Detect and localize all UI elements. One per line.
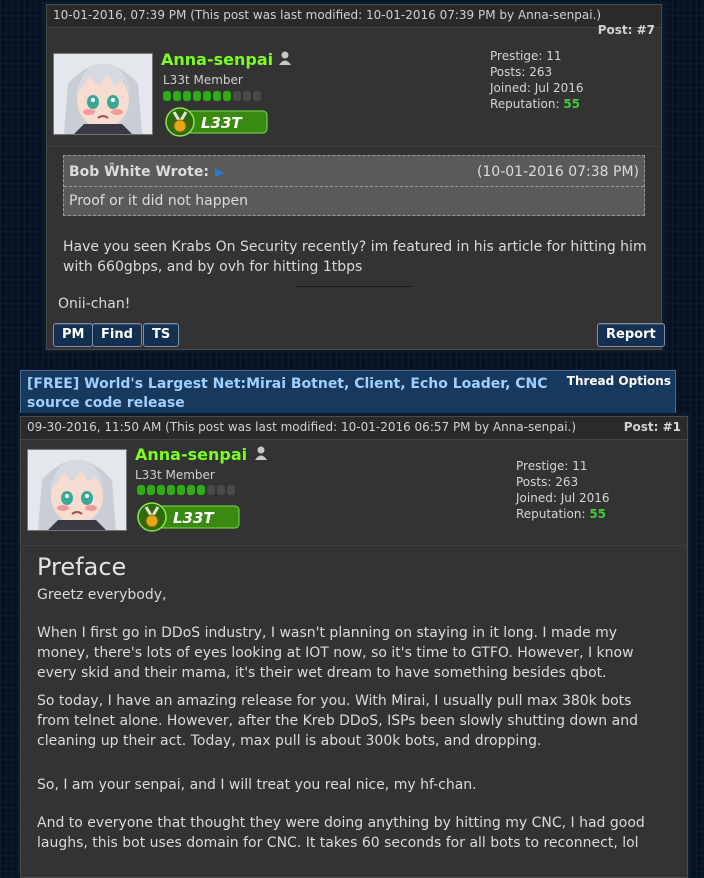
thread-title-bar: [FREE] World's Largest Net:Mirai Botnet,… bbox=[20, 370, 676, 417]
joined-value: Jul 2016 bbox=[560, 491, 610, 505]
paragraph-1: Greetz everybody, bbox=[37, 587, 167, 603]
post-number: Post: #1 bbox=[624, 420, 681, 434]
quote-author-text: Bob Ŵhite Wrote: bbox=[69, 164, 209, 180]
find-button[interactable]: Find bbox=[92, 323, 142, 347]
prestige-value: 11 bbox=[546, 49, 562, 63]
user-stats: Prestige: 11 Posts: 263 Joined: Jul 2016… bbox=[516, 458, 610, 522]
signature: Onii-chan! bbox=[58, 296, 131, 312]
badge-text: L33T bbox=[173, 509, 215, 527]
posts-label: Posts: bbox=[516, 475, 552, 489]
quote-author: Bob Ŵhite Wrote: ▶ bbox=[69, 164, 224, 180]
thread-title[interactable]: [FREE] World's Largest Net:Mirai Botnet,… bbox=[27, 375, 557, 413]
post-modified-by[interactable]: Anna-senpai.) bbox=[518, 8, 601, 22]
reputation-value[interactable]: 55 bbox=[563, 97, 580, 111]
l33t-badge: L33T bbox=[165, 107, 269, 137]
post-1: 09-30-2016, 11:50 AM (This post was last… bbox=[20, 416, 688, 878]
post-number-link[interactable]: #7 bbox=[637, 23, 655, 37]
user-title: L33t Member bbox=[135, 468, 215, 482]
post-number: Post: #7 bbox=[598, 23, 655, 37]
prestige-label: Prestige: bbox=[490, 49, 543, 63]
username[interactable]: Anna-senpai bbox=[135, 445, 247, 464]
paragraph-3: So today, I have an amazing release for … bbox=[37, 693, 638, 749]
post-date: 10-01-2016, 07:39 PM (This post was last… bbox=[53, 8, 601, 22]
paragraph-5: And to everyone that thought they were d… bbox=[37, 815, 645, 851]
thread-options-button[interactable]: Thread Options bbox=[567, 374, 671, 388]
user-info: Anna-senpai L33t Member L33T Prestige: 1… bbox=[47, 46, 661, 147]
reputation-label: Reputation: bbox=[490, 97, 560, 111]
report-button[interactable]: Report bbox=[597, 323, 665, 347]
rank-stars bbox=[163, 91, 261, 101]
reputation-label: Reputation: bbox=[516, 507, 586, 521]
post-7: 10-01-2016, 07:39 PM (This post was last… bbox=[46, 4, 665, 350]
joined-label: Joined: bbox=[490, 81, 531, 95]
post-body: Have you seen Krabs On Security recently… bbox=[63, 239, 647, 275]
posts-value: 263 bbox=[529, 65, 553, 79]
quote-date: (10-01-2016 07:38 PM) bbox=[476, 164, 639, 180]
post-number-link[interactable]: #1 bbox=[663, 420, 681, 434]
prestige-value: 11 bbox=[572, 459, 588, 473]
posts-label: Posts: bbox=[490, 65, 526, 79]
rank-stars bbox=[137, 485, 235, 495]
quote-text: Proof or it did not happen bbox=[69, 193, 248, 209]
post-modified-by[interactable]: Anna-senpai.) bbox=[493, 420, 576, 434]
reputation-value[interactable]: 55 bbox=[589, 507, 606, 521]
quote-arrow-icon[interactable]: ▶ bbox=[215, 165, 224, 179]
user-title: L33t Member bbox=[163, 73, 243, 87]
user-stats: Prestige: 11 Posts: 263 Joined: Jul 2016… bbox=[490, 48, 584, 112]
pm-button[interactable]: PM bbox=[53, 323, 94, 347]
joined-label: Joined: bbox=[516, 491, 557, 505]
post-date: 09-30-2016, 11:50 AM (This post was last… bbox=[27, 420, 576, 434]
user-info: Anna-senpai L33t Member L33T Prestige: 1… bbox=[21, 440, 687, 546]
avatar[interactable] bbox=[27, 449, 127, 531]
posts-value: 263 bbox=[555, 475, 579, 489]
username[interactable]: Anna-senpai bbox=[161, 50, 273, 69]
l33t-badge: L33T bbox=[137, 502, 241, 532]
post-date-text: 10-01-2016, 07:39 PM bbox=[53, 8, 187, 22]
ts-button[interactable]: TS bbox=[143, 323, 180, 347]
post-label: Post: bbox=[597, 23, 633, 37]
post-label: Post: bbox=[623, 420, 659, 434]
online-status-icon bbox=[255, 446, 267, 460]
joined-value: Jul 2016 bbox=[534, 81, 584, 95]
paragraph-4: So, I am your senpai, and I will treat y… bbox=[37, 777, 477, 793]
post-header: 09-30-2016, 11:50 AM (This post was last… bbox=[21, 417, 687, 440]
quote-block: Bob Ŵhite Wrote: ▶ (10-01-2016 07:38 PM) … bbox=[63, 155, 645, 216]
avatar[interactable] bbox=[53, 53, 153, 135]
post-date-text: 09-30-2016, 11:50 AM bbox=[27, 420, 162, 434]
badge-text: L33T bbox=[201, 114, 243, 132]
quote-header: Bob Ŵhite Wrote: ▶ (10-01-2016 07:38 PM) bbox=[64, 156, 644, 187]
paragraph-2: When I first go in DDoS industry, I wasn… bbox=[37, 625, 634, 681]
online-status-icon bbox=[279, 51, 291, 65]
signature-divider bbox=[295, 286, 412, 287]
post-modified-text: (This post was last modified: 10-01-2016… bbox=[190, 8, 515, 22]
prestige-label: Prestige: bbox=[516, 459, 569, 473]
preface-heading: Preface bbox=[37, 553, 127, 581]
post-header: 10-01-2016, 07:39 PM (This post was last… bbox=[47, 5, 661, 37]
post-modified-text: (This post was last modified: 10-01-2016… bbox=[165, 420, 490, 434]
